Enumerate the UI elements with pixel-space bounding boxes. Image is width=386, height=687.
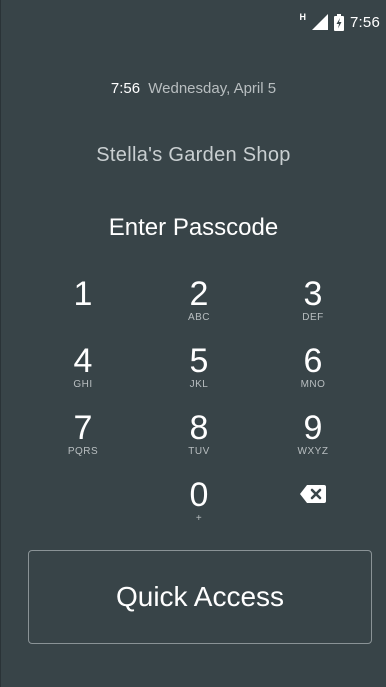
- backspace-button[interactable]: [257, 477, 369, 544]
- key-letters: MNO: [300, 379, 326, 390]
- key-digit: 7: [73, 409, 93, 447]
- key-letters: GHI: [73, 379, 93, 390]
- key-3[interactable]: 3 DEF: [257, 276, 369, 343]
- key-5[interactable]: 5 JKL: [141, 343, 257, 410]
- key-letters: DEF: [302, 312, 324, 323]
- date-row: 7:56 Wednesday, April 5: [1, 80, 386, 97]
- status-icons: H 7:56: [300, 11, 381, 33]
- key-letters: ABC: [187, 312, 211, 323]
- key-empty: [25, 477, 141, 544]
- key-digit: 5: [189, 342, 209, 380]
- key-8[interactable]: 8 TUV: [141, 410, 257, 477]
- key-digit: 1: [73, 275, 93, 313]
- shop-name: Stella's Garden Shop: [96, 144, 291, 166]
- key-4[interactable]: 4 GHI: [25, 343, 141, 410]
- key-digit: 3: [303, 275, 323, 313]
- status-time: 7:56: [350, 13, 380, 31]
- backspace-icon: [300, 485, 326, 503]
- key-digit: 9: [303, 409, 323, 447]
- signal-icon: [312, 14, 328, 30]
- lock-date: Wednesday, April 5: [148, 80, 277, 97]
- status-bar: H 7:56: [1, 0, 386, 42]
- key-1[interactable]: 1: [25, 276, 141, 343]
- key-digit: 4: [73, 342, 93, 380]
- battery-charging-icon: [334, 13, 344, 31]
- keypad: 1 2 ABC 3 DEF 4 GHI 5 JKL 6 MNO 7 PQRS 8: [25, 276, 369, 544]
- key-7[interactable]: 7 PQRS: [25, 410, 141, 477]
- key-letters: TUV: [188, 446, 210, 457]
- passcode-title: Enter Passcode: [108, 214, 279, 241]
- key-letters: +: [195, 513, 203, 524]
- key-digit: 2: [189, 275, 209, 313]
- network-type-label: H: [299, 12, 307, 22]
- quick-access-button[interactable]: Quick Access: [28, 550, 372, 644]
- lock-screen: H 7:56 7:56 Wednesday, April 5 Stella's …: [0, 0, 386, 687]
- key-2[interactable]: 2 ABC: [141, 276, 257, 343]
- lock-time: 7:56: [110, 80, 141, 97]
- key-letters: WXYZ: [297, 446, 329, 457]
- key-digit: 0: [189, 476, 209, 514]
- key-digit: 6: [303, 342, 323, 380]
- key-letters: PQRS: [67, 446, 99, 457]
- key-letters: JKL: [189, 379, 209, 390]
- key-6[interactable]: 6 MNO: [257, 343, 369, 410]
- key-9[interactable]: 9 WXYZ: [257, 410, 369, 477]
- key-0[interactable]: 0 +: [141, 477, 257, 544]
- key-digit: 8: [189, 409, 209, 447]
